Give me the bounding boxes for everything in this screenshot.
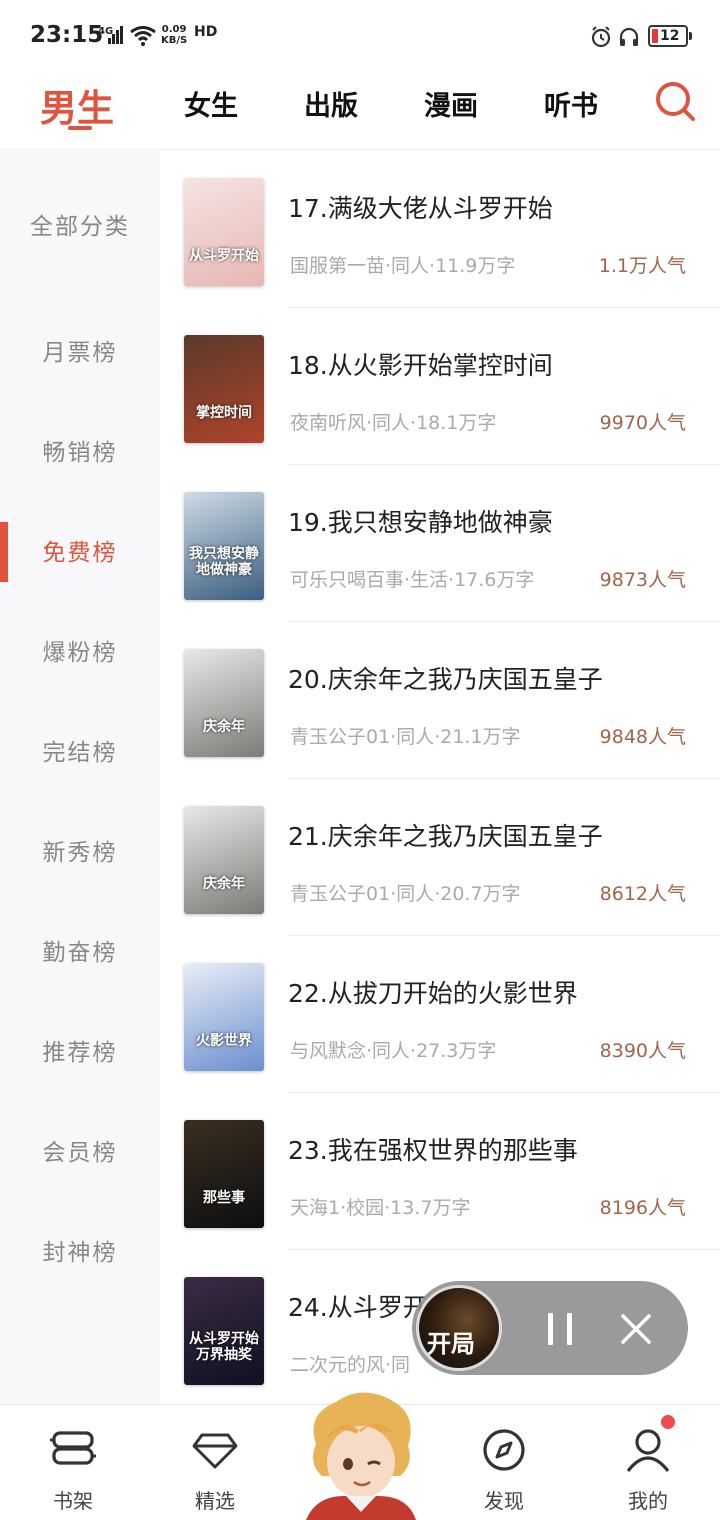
sidebar-item-members[interactable]: 会员榜: [0, 1123, 160, 1183]
popularity-count: 9873人气: [599, 569, 686, 591]
top-tab-bar: 男生 女生 出版 漫画 听书: [0, 70, 720, 150]
cover-title: 掌控时间: [196, 405, 252, 421]
pause-icon[interactable]: [540, 1309, 580, 1349]
nav-label: 精选: [195, 1489, 235, 1513]
popularity-count: 9848人气: [599, 726, 686, 748]
wifi-icon: [130, 26, 156, 46]
book-meta: 二次元的风·同: [290, 1354, 411, 1376]
book-cover[interactable]: 从斗罗开始万界抽奖: [184, 1277, 264, 1385]
battery-level: 12: [660, 28, 680, 44]
cover-title: 从斗罗开始: [189, 248, 259, 264]
alarm-icon: [591, 26, 611, 48]
cover-title: 从斗罗开始万界抽奖: [189, 1331, 259, 1363]
book-title[interactable]: 18.从火影开始掌控时间: [288, 346, 553, 382]
book-cover[interactable]: 掌控时间: [184, 335, 264, 443]
cover-title: 庆余年: [203, 719, 245, 735]
compass-icon: [483, 1429, 525, 1471]
nav-bookshelf[interactable]: 书架: [18, 1405, 128, 1520]
book-meta: 天海1·校园·13.7万字: [290, 1197, 471, 1219]
list-item[interactable]: 那些事 23.我在强权世界的那些事 天海1·校园·13.7万字 8196人气: [160, 1093, 720, 1250]
bookshelf-icon: [50, 1431, 96, 1465]
tab-publish[interactable]: 出版: [304, 84, 358, 123]
status-bar: 23:15 4G 0.09 KB/S HD 12: [0, 0, 720, 70]
mascot-avatar[interactable]: [296, 1384, 426, 1520]
cover-title: 火影世界: [196, 1033, 252, 1049]
list-item[interactable]: 掌控时间 18.从火影开始掌控时间 夜南听风·同人·18.1万字 9970人气: [160, 308, 720, 465]
book-title[interactable]: 19.我只想安静地做神豪: [288, 503, 553, 539]
book-title[interactable]: 21.庆余年之我乃庆国五皇子: [288, 817, 603, 853]
tab-audiobooks[interactable]: 听书: [544, 84, 598, 123]
cover-title: 我只想安静地做神豪: [189, 546, 259, 578]
sidebar-item-all-categories[interactable]: 全部分类: [0, 197, 160, 257]
popularity-count: 8390人气: [599, 1040, 686, 1062]
nav-featured[interactable]: 精选: [160, 1405, 270, 1520]
book-cover[interactable]: 庆余年: [184, 806, 264, 914]
active-tab-indicator: [68, 126, 92, 130]
popularity-count: 1.1万人气: [598, 255, 686, 277]
net-speed: 0.09 KB/S: [161, 24, 187, 46]
book-meta: 青玉公子01·同人·20.7万字: [290, 883, 521, 905]
nav-profile[interactable]: 我的: [593, 1405, 703, 1520]
cover-title: 庆余年: [203, 876, 245, 892]
book-cover[interactable]: 从斗罗开始: [184, 178, 264, 286]
list-item[interactable]: 火影世界 22.从拔刀开始的火影世界 与风默念·同人·27.3万字 8390人气: [160, 936, 720, 1093]
list-item[interactable]: 庆余年 21.庆余年之我乃庆国五皇子 青玉公子01·同人·20.7万字 8612…: [160, 779, 720, 936]
sidebar-item-completed[interactable]: 完结榜: [0, 723, 160, 783]
sidebar-item-bestsellers[interactable]: 畅销榜: [0, 423, 160, 483]
nav-label: 我的: [628, 1489, 668, 1513]
sidebar-item-recommended[interactable]: 推荐榜: [0, 1023, 160, 1083]
nav-label: 书架: [53, 1489, 93, 1513]
headset-icon: [619, 27, 639, 46]
user-icon: [626, 1429, 670, 1473]
net-speed-value: 0.09: [161, 24, 187, 35]
close-icon[interactable]: [618, 1311, 654, 1347]
sidebar-item-monthly-votes[interactable]: 月票榜: [0, 323, 160, 383]
signal-icon: [108, 26, 124, 44]
book-title[interactable]: 22.从拔刀开始的火影世界: [288, 974, 578, 1010]
sidebar-item-free[interactable]: 免费榜: [0, 523, 160, 583]
sidebar-item-legend[interactable]: 封神榜: [0, 1223, 160, 1283]
popularity-count: 8612人气: [599, 883, 686, 905]
book-cover[interactable]: 那些事: [184, 1120, 264, 1228]
book-cover[interactable]: 火影世界: [184, 963, 264, 1071]
nav-label: 发现: [484, 1489, 524, 1513]
player-cover-title: 开局: [427, 1329, 475, 1358]
tab-female[interactable]: 女生: [184, 84, 238, 123]
sidebar-item-diligent[interactable]: 勤奋榜: [0, 923, 160, 983]
book-meta: 夜南听风·同人·18.1万字: [290, 412, 497, 434]
book-cover[interactable]: 庆余年: [184, 649, 264, 757]
tab-comics[interactable]: 漫画: [424, 84, 478, 123]
book-list: 从斗罗开始 17.满级大佬从斗罗开始 国服第一苗·同人·11.9万字 1.1万人…: [160, 151, 720, 1404]
hd-indicator: HD: [194, 24, 218, 40]
net-speed-unit: KB/S: [161, 35, 188, 46]
search-icon[interactable]: [654, 80, 696, 122]
book-title[interactable]: 24.从斗罗开: [288, 1288, 428, 1324]
notification-badge: [661, 1415, 675, 1429]
ranking-sidebar: 全部分类 月票榜 畅销榜 免费榜 爆粉榜 完结榜 新秀榜 勤奋榜 推荐榜 会员榜…: [0, 151, 160, 1404]
player-cover[interactable]: 开局: [416, 1285, 502, 1371]
book-meta: 青玉公子01·同人·21.1万字: [290, 726, 521, 748]
status-time: 23:15: [30, 22, 104, 48]
battery-icon: 12: [648, 25, 692, 47]
book-meta: 国服第一苗·同人·11.9万字: [290, 255, 516, 277]
cover-title: 那些事: [203, 1190, 245, 1206]
list-item[interactable]: 从斗罗开始 17.满级大佬从斗罗开始 国服第一苗·同人·11.9万字 1.1万人…: [160, 151, 720, 308]
diamond-icon: [192, 1433, 238, 1469]
list-item[interactable]: 庆余年 20.庆余年之我乃庆国五皇子 青玉公子01·同人·21.1万字 9848…: [160, 622, 720, 779]
book-title[interactable]: 20.庆余年之我乃庆国五皇子: [288, 660, 603, 696]
sidebar-item-popular[interactable]: 爆粉榜: [0, 623, 160, 683]
book-title[interactable]: 23.我在强权世界的那些事: [288, 1131, 578, 1167]
popularity-count: 9970人气: [599, 412, 686, 434]
sidebar-item-new[interactable]: 新秀榜: [0, 823, 160, 883]
book-cover[interactable]: 我只想安静地做神豪: [184, 492, 264, 600]
book-meta: 与风默念·同人·27.3万字: [290, 1040, 497, 1062]
list-item[interactable]: 我只想安静地做神豪 19.我只想安静地做神豪 可乐只喝百事·生活·17.6万字 …: [160, 465, 720, 622]
tab-male[interactable]: 男生: [40, 78, 114, 132]
book-meta: 可乐只喝百事·生活·17.6万字: [290, 569, 535, 591]
popularity-count: 8196人气: [599, 1197, 686, 1219]
book-title[interactable]: 17.满级大佬从斗罗开始: [288, 189, 553, 225]
nav-discover[interactable]: 发现: [449, 1405, 559, 1520]
floating-audio-player[interactable]: 开局: [412, 1281, 688, 1375]
